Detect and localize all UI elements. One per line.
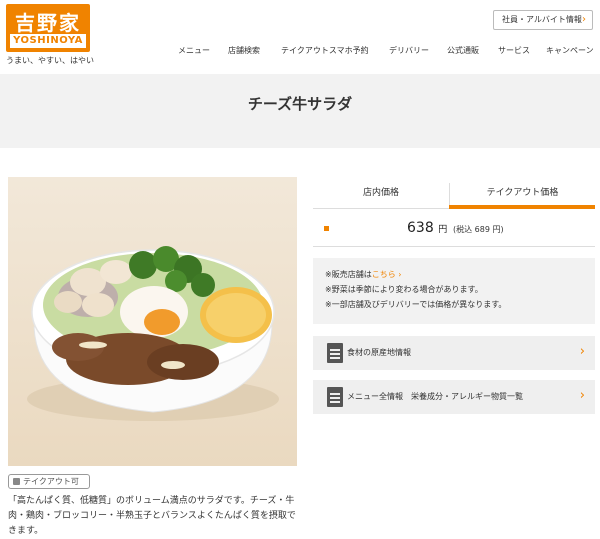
note-vegetables: ※野菜は季節により変わる場合があります。	[325, 285, 483, 294]
tab-takeout-price[interactable]: テイクアウト価格	[449, 183, 595, 207]
document-icon	[327, 387, 343, 407]
nav-item-delivery[interactable]: デリバリー	[389, 45, 429, 56]
note-store: ※販売店舗はこちら ›	[325, 267, 595, 282]
takeout-tag-label: テイクアウト可	[23, 477, 79, 486]
nav-item-menu[interactable]: メニュー	[178, 45, 210, 56]
ingredient-origin-button[interactable]: 食材の原産地情報 ›	[313, 336, 595, 370]
salad-bowl-illustration	[27, 246, 279, 421]
price-notes: ※販売店舗はこちら › ※野菜は季節により変わる場合があります。 ※一部店舗及び…	[313, 258, 595, 324]
takeout-bag-icon	[13, 478, 20, 485]
price-value: 638 円	[407, 220, 447, 236]
store-link[interactable]: こちら	[372, 270, 396, 279]
chevron-right-icon: ›	[579, 344, 585, 359]
price-bullet	[324, 226, 329, 231]
active-tab-indicator	[449, 205, 595, 209]
recruit-info-button[interactable]: 社員・アルバイト情報 ›	[493, 10, 593, 30]
recruit-info-label: 社員・アルバイト情報	[502, 15, 582, 24]
logo-kanji: 吉野家	[15, 11, 81, 35]
takeout-available-tag: テイクアウト可	[8, 474, 90, 489]
price-yen: 円	[438, 225, 448, 235]
tab-instore-price[interactable]: 店内価格	[313, 183, 449, 207]
nav-item-campaign[interactable]: キャンペーン	[546, 45, 594, 56]
chevron-right-icon: ›	[395, 270, 402, 279]
nav-item-online-shop[interactable]: 公式通販	[447, 45, 479, 56]
page-title: チーズ牛サラダ	[247, 95, 353, 113]
note-price-differs: ※一部店舗及びデリバリーでは価格が異なります。	[325, 300, 507, 309]
chevron-right-icon: ›	[579, 388, 585, 403]
ingredient-origin-label: 食材の原産地情報	[347, 348, 411, 357]
product-description: 「高たんぱく質、低糖質」のボリューム満点のサラダです。チーズ・牛肉・鶏肉・ブロッ…	[8, 496, 296, 536]
document-icon	[327, 343, 343, 363]
site-header: 吉野家 YOSHINOYA うまい、やすい、はやい 社員・アルバイト情報 › メ…	[0, 0, 600, 74]
price-number: 638	[407, 220, 434, 236]
nav-item-service[interactable]: サービス	[498, 45, 530, 56]
menu-info-button[interactable]: メニュー全情報 栄養成分・アレルギー物質一覧 ›	[313, 380, 595, 414]
product-image	[8, 177, 297, 466]
main-nav: メニュー 店舗検索 テイクアウトスマホ予約 デリバリー 公式通販 サービス キャ…	[0, 45, 600, 59]
price-tax-included: (税込 689 円)	[453, 225, 504, 234]
nav-item-takeout-order[interactable]: テイクアウトスマホ予約	[281, 45, 369, 56]
nav-item-store-search[interactable]: 店舗検索	[228, 45, 260, 56]
chevron-right-icon: ›	[582, 14, 586, 25]
menu-info-label: メニュー全情報 栄養成分・アレルギー物質一覧	[347, 392, 523, 401]
note-store-prefix: ※販売店舗は	[325, 270, 372, 279]
